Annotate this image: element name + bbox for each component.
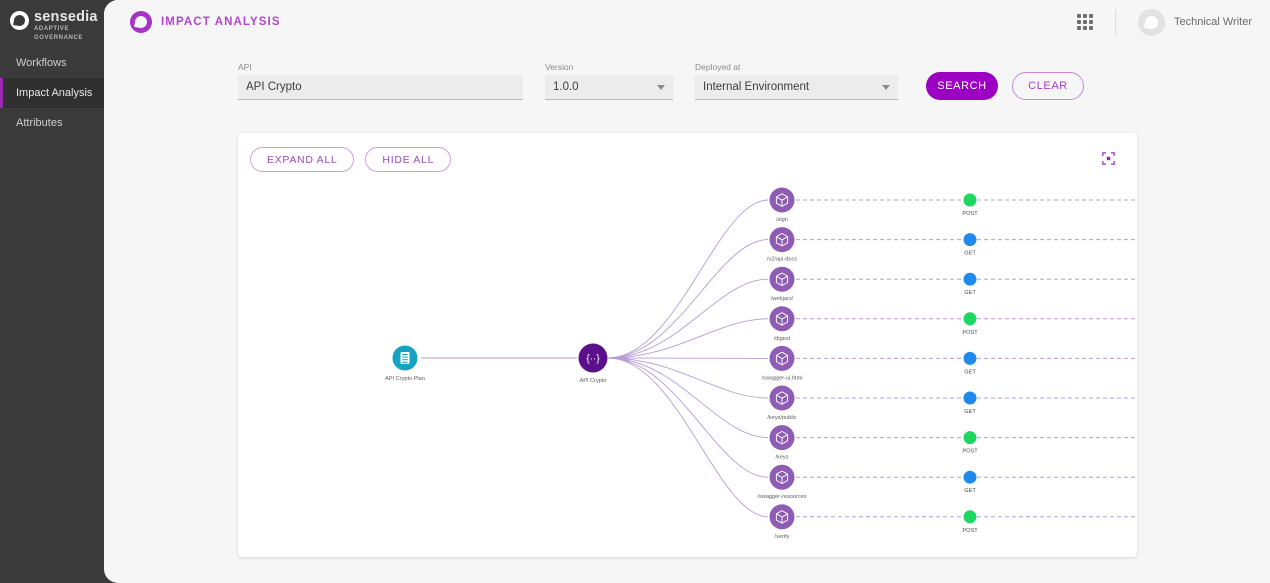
topbar: IMPACT ANALYSIS Technical Writer	[104, 0, 1270, 44]
logo-name: sensedia	[34, 10, 98, 25]
main-content: IMPACT ANALYSIS Technical Writer API API…	[104, 0, 1270, 583]
braces-api-icon: {··}	[586, 354, 600, 365]
graph-node-resource: /keys/public	[767, 386, 796, 422]
svg-text:GET: GET	[964, 251, 976, 257]
graph-node-resource: /verify	[770, 504, 795, 540]
sidebar-item-label: Attributes	[16, 117, 62, 129]
svg-text:/webjars/: /webjars/	[771, 296, 794, 302]
sensedia-logo-icon	[10, 11, 29, 30]
user-avatar-icon	[1138, 9, 1165, 36]
topbar-right: Technical Writer	[1077, 9, 1252, 36]
svg-text:/swagger-ui.html: /swagger-ui.html	[761, 375, 802, 381]
user-name-label: Technical Writer	[1174, 16, 1252, 28]
sidebar-item-label: Impact Analysis	[16, 87, 92, 99]
svg-text:POST: POST	[962, 449, 978, 455]
graph-node-resource: /webjars/	[770, 267, 795, 303]
logo-tagline-2: GOVERNANCE	[34, 35, 98, 43]
graph-node-method: POST	[962, 194, 978, 218]
page-brand: IMPACT ANALYSIS	[130, 11, 281, 33]
api-input[interactable]: API Crypto	[238, 75, 523, 100]
svg-text:GET: GET	[964, 409, 976, 415]
graph-node-method: GET	[964, 471, 977, 495]
api-input-value: API Crypto	[246, 81, 302, 93]
svg-text:/keys/public: /keys/public	[767, 415, 796, 421]
svg-text:GET: GET	[964, 488, 976, 494]
svg-text:/verify: /verify	[775, 534, 790, 540]
svg-text:GET: GET	[964, 290, 976, 296]
deployed-at-field: Deployed at Internal Environment	[695, 62, 898, 100]
sidebar-item-impact-analysis[interactable]: Impact Analysis	[0, 78, 104, 108]
graph-node-method: GET	[964, 233, 977, 257]
graph-node-method: POST	[962, 510, 978, 534]
graph-edge	[608, 319, 768, 358]
api-field-label: API	[238, 62, 523, 72]
graph-edge	[608, 240, 768, 358]
sidebar-logo: sensedia ADAPTIVE GOVERNANCE	[0, 0, 104, 44]
impact-graph: API Crypto Plan {··} API Crypto/sign POST AP…	[238, 133, 1137, 557]
version-select-value: 1.0.0	[553, 81, 579, 93]
graph-edge	[608, 279, 768, 358]
graph-card: EXPAND ALL HIDE ALL API Crypto Plan{··}A…	[238, 133, 1137, 557]
sidebar-item-workflows[interactable]: Workflows	[0, 48, 104, 78]
document-plan-icon	[401, 352, 410, 364]
graph-edge	[608, 358, 768, 517]
sidebar-nav: Workflows Impact Analysis Attributes	[0, 48, 104, 138]
deployed-at-select[interactable]: Internal Environment	[695, 75, 898, 100]
search-button[interactable]: SEARCH	[926, 72, 998, 100]
graph-node-resource: /keys	[770, 425, 795, 461]
topbar-divider	[1115, 9, 1116, 35]
svg-text:API Crypto: API Crypto	[579, 378, 606, 384]
svg-text:POST: POST	[962, 330, 978, 336]
search-form: API API Crypto Version 1.0.0 Deployed at…	[238, 62, 1084, 100]
deployed-at-select-value: Internal Environment	[703, 81, 809, 93]
graph-node-method: GET	[964, 273, 977, 297]
chevron-down-icon	[657, 85, 665, 90]
graph-node-resource: /swagger-ui.html	[761, 346, 802, 382]
impact-analysis-logo-icon	[130, 11, 152, 33]
graph-edge	[608, 200, 768, 358]
chevron-down-icon	[882, 85, 890, 90]
graph-node-method: POST	[962, 312, 978, 336]
svg-text:GET: GET	[964, 369, 976, 375]
graph-node-method: GET	[964, 392, 977, 416]
graph-edge	[608, 358, 768, 477]
svg-text:POST: POST	[962, 528, 978, 534]
logo-tagline-1: ADAPTIVE	[34, 26, 98, 34]
svg-text:/keys: /keys	[775, 455, 788, 461]
user-menu[interactable]: Technical Writer	[1138, 9, 1252, 36]
svg-text:/sign: /sign	[776, 217, 788, 223]
graph-node-resource: /digest	[770, 306, 795, 342]
svg-text:/digest: /digest	[774, 336, 791, 342]
version-field-label: Version	[545, 62, 673, 72]
sidebar: sensedia ADAPTIVE GOVERNANCE Workflows I…	[0, 0, 104, 583]
version-select[interactable]: 1.0.0	[545, 75, 673, 100]
page-title: IMPACT ANALYSIS	[161, 16, 281, 28]
api-field: API API Crypto	[238, 62, 523, 100]
grid-apps-icon[interactable]	[1077, 14, 1093, 30]
graph-node-method: GET	[964, 352, 977, 376]
graph-node-plan: API Crypto Plan	[385, 346, 425, 383]
svg-text:POST: POST	[962, 211, 978, 217]
clear-button[interactable]: CLEAR	[1012, 72, 1084, 100]
svg-text:/swagger-resources: /swagger-resources	[757, 494, 806, 500]
version-field: Version 1.0.0	[545, 62, 673, 100]
graph-node-resource: /v2/api-docs	[767, 227, 797, 263]
sidebar-item-attributes[interactable]: Attributes	[0, 108, 104, 138]
svg-text:/v2/api-docs: /v2/api-docs	[767, 257, 797, 263]
app-root: sensedia ADAPTIVE GOVERNANCE Workflows I…	[0, 0, 1270, 583]
graph-node-method: POST	[962, 431, 978, 455]
svg-text:API Crypto Plan: API Crypto Plan	[385, 376, 425, 382]
graph-node-api: {··} API Crypto	[579, 344, 608, 385]
graph-node-resource: /sign	[770, 188, 795, 224]
deployed-at-field-label: Deployed at	[695, 62, 898, 72]
graph-node-resource: /swagger-resources	[757, 465, 806, 501]
sidebar-item-label: Workflows	[16, 57, 67, 69]
